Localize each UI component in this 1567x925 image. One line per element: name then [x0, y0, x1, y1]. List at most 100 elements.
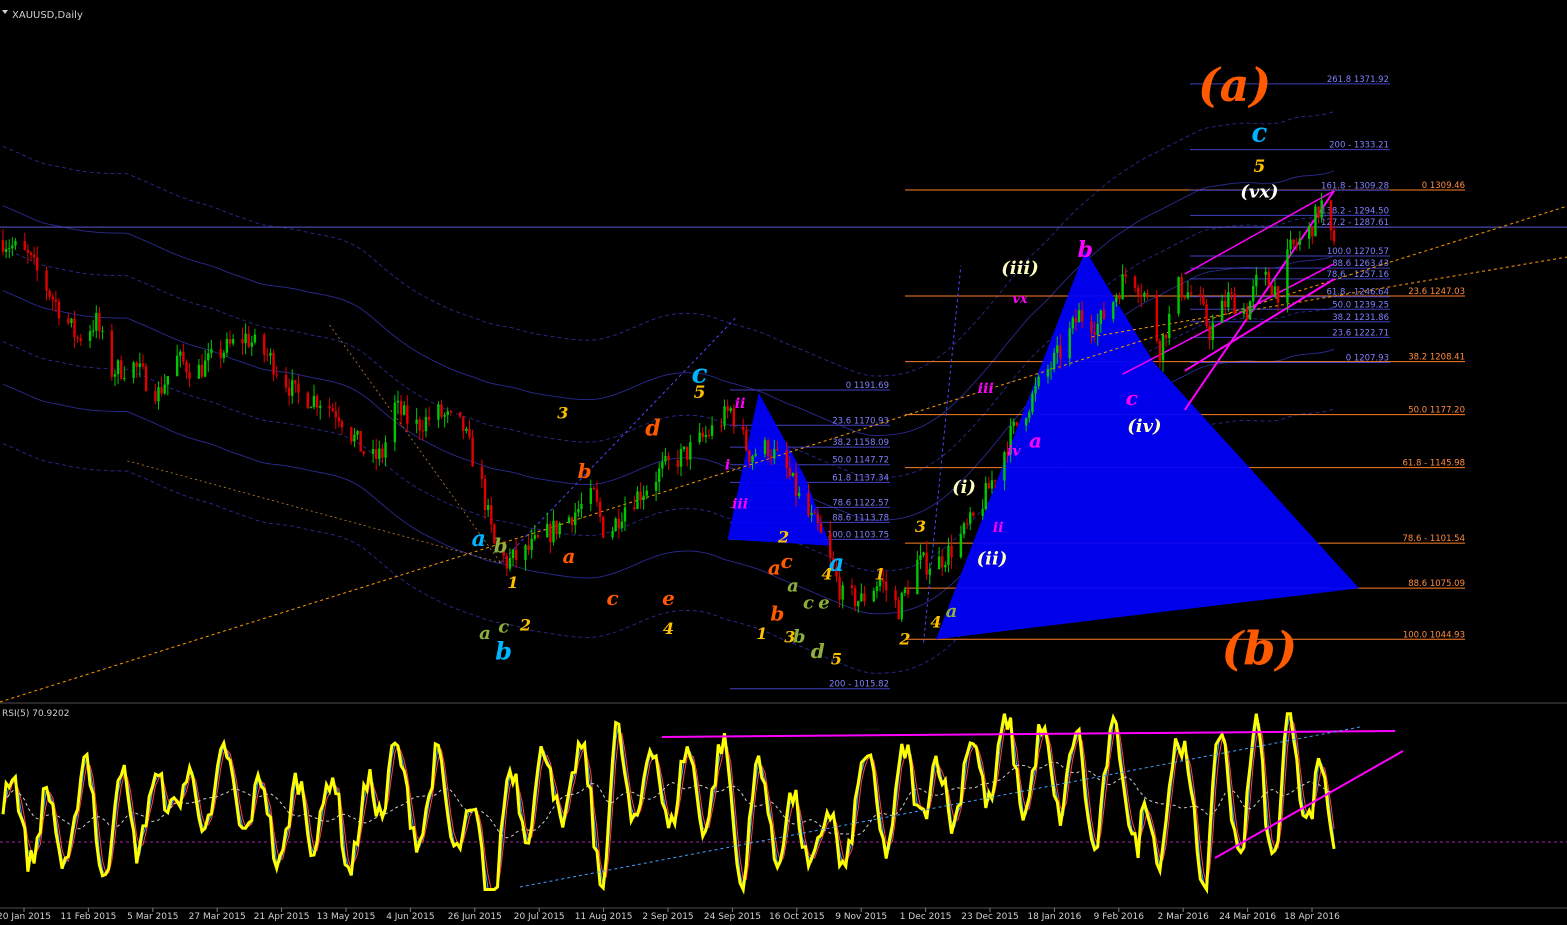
- fib-mid-label-1: 23.6 1170.93: [832, 416, 889, 426]
- bull-candle: [95, 313, 97, 331]
- x-tick-label-4: 21 Apr 2015: [254, 912, 310, 921]
- wave-label-44: a: [787, 576, 799, 597]
- bull-candle: [167, 376, 169, 384]
- bear-candle: [1081, 310, 1083, 321]
- bull-candle: [876, 586, 878, 591]
- bear-candle: [288, 388, 290, 396]
- wave-label-2: c: [1251, 119, 1267, 149]
- bear-candle: [145, 366, 147, 391]
- bear-candle: [52, 297, 54, 300]
- bull-candle: [751, 456, 753, 462]
- bull-candle: [425, 417, 427, 431]
- fib-right-label-7: 100.0 1044.93: [1403, 630, 1465, 640]
- bull-candle: [397, 401, 399, 403]
- bear-candle: [484, 479, 486, 510]
- bear-candle: [677, 460, 679, 467]
- bear-candle: [817, 514, 819, 523]
- bear-candle: [297, 384, 299, 393]
- bear-candle: [1233, 294, 1235, 314]
- wave-label-14: ii: [993, 520, 1004, 536]
- bull-candle: [860, 593, 862, 601]
- bear-candle: [633, 507, 635, 509]
- bull-candle: [624, 507, 626, 521]
- wave-label-15: (ii): [977, 549, 1008, 570]
- wave-label-47: a: [472, 526, 486, 552]
- bear-candle: [1140, 295, 1142, 297]
- chart-canvas[interactable]: 0 1309.4623.6 1247.0338.2 1208.4150.0 11…: [0, 0, 1567, 921]
- bull-candle: [642, 496, 644, 500]
- bull-candle: [1121, 274, 1123, 299]
- bull-candle: [1243, 309, 1245, 314]
- bear-candle: [462, 417, 464, 431]
- bear-candle: [406, 405, 408, 423]
- bull-candle: [210, 349, 212, 353]
- bull-candle: [1112, 302, 1114, 319]
- bear-candle: [988, 483, 990, 489]
- wave-label-40: b: [770, 602, 784, 626]
- bear-candle: [2, 240, 4, 252]
- fib-mid-label-0: 0 1191.69: [846, 381, 889, 391]
- bear-candle: [602, 517, 604, 538]
- bear-candle: [1292, 240, 1294, 245]
- wave-label-48: b: [494, 534, 508, 558]
- bull-candle: [443, 415, 445, 417]
- bear-candle: [1103, 310, 1105, 319]
- bear-candle: [27, 250, 29, 253]
- bear-candle: [925, 553, 927, 575]
- bull-candle: [117, 360, 119, 374]
- bull-candle: [904, 589, 906, 592]
- bull-candle: [487, 505, 489, 510]
- bear-candle: [686, 447, 688, 460]
- bull-candle: [254, 335, 256, 343]
- bull-candle: [773, 449, 775, 458]
- fib-mid-label-6: 88.6 1113.78: [832, 513, 889, 523]
- bull-candle: [403, 405, 405, 414]
- bull-candle: [123, 378, 125, 379]
- bear-candle: [1137, 288, 1139, 295]
- bull-candle: [1028, 412, 1030, 418]
- bear-candle: [275, 375, 277, 376]
- bear-candle: [1184, 297, 1186, 298]
- wave-label-33: a: [563, 544, 576, 568]
- price-chart[interactable]: 0 1309.4623.6 1247.0338.2 1208.4150.0 11…: [0, 0, 1567, 921]
- bull-candle: [1255, 275, 1257, 286]
- bull-candle: [1097, 324, 1099, 335]
- fib-mid-label-8: 200 - 1015.82: [829, 680, 889, 690]
- bear-candle: [468, 429, 470, 437]
- wave-label-28: i: [725, 457, 730, 473]
- bear-candle: [571, 517, 573, 525]
- bear-candle: [596, 489, 598, 501]
- bear-candle: [1146, 293, 1148, 295]
- bear-candle: [1224, 301, 1226, 307]
- bull-candle: [944, 565, 946, 567]
- wave-label-22: 5: [831, 650, 842, 669]
- bear-candle: [48, 291, 50, 297]
- x-tick-label-8: 20 Jul 2015: [514, 912, 565, 921]
- bull-candle: [1115, 297, 1117, 302]
- bear-candle: [471, 437, 473, 466]
- bull-candle: [611, 531, 613, 537]
- bull-candle: [8, 248, 10, 249]
- wave-label-13: (i): [952, 477, 976, 498]
- fib-recent-label-2: 161.8 - 1309.28: [1321, 181, 1389, 191]
- wave-label-12: (iv): [1127, 416, 1161, 437]
- bear-candle: [241, 339, 243, 343]
- bull-candle: [938, 556, 940, 569]
- bull-candle: [922, 553, 924, 556]
- bear-candle: [1317, 207, 1319, 218]
- bear-candle: [767, 440, 769, 456]
- fib-right-label-4: 61.8 - 1145.98: [1402, 459, 1465, 469]
- x-tick-label-0: 20 Jan 2015: [0, 912, 51, 921]
- bear-candle: [1202, 296, 1204, 304]
- bear-candle: [639, 491, 641, 500]
- bear-candle: [120, 360, 122, 378]
- wave-label-16: 3: [915, 517, 926, 536]
- bull-candle: [1252, 286, 1254, 301]
- bear-candle: [201, 365, 203, 377]
- bull-candle: [534, 535, 536, 539]
- bull-candle: [1314, 207, 1316, 237]
- fib-recent-label-11: 23.6 1222.71: [1332, 328, 1389, 338]
- bull-candle: [176, 356, 178, 376]
- bull-candle: [1003, 452, 1005, 480]
- fib-recent-label-0: 261.8 1371.92: [1327, 75, 1389, 85]
